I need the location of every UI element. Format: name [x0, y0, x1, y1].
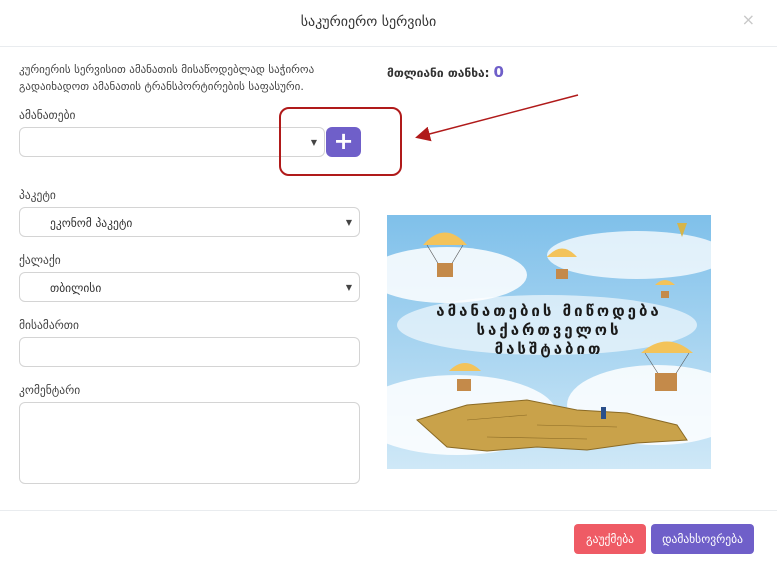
package-select-value: ეკონომ პაკეტი: [50, 216, 133, 230]
courier-service-modal: საკურიერო სერვისი × კურიერის სერვისით ამ…: [0, 0, 777, 587]
comment-textarea[interactable]: [19, 402, 360, 484]
promo-line-1: ამანათების მიწოდება: [436, 302, 662, 320]
comment-label: კომენტარი: [19, 383, 81, 397]
promo-line-2: საქართველოს: [476, 321, 622, 339]
city-select-value: თბილისი: [50, 281, 102, 295]
caret-down-icon: ▼: [345, 283, 352, 292]
delivery-promo-image: ამანათების მიწოდება საქართველოს მასშტაბი…: [387, 215, 711, 469]
caret-down-icon: ▼: [345, 218, 352, 227]
city-label: ქალაქი: [19, 253, 61, 267]
address-input[interactable]: [19, 337, 360, 367]
save-button[interactable]: დამახსოვრება: [651, 524, 754, 554]
modal-footer-divider: [0, 510, 777, 511]
courier-figure-icon: [601, 407, 606, 419]
package-label: პაკეტი: [19, 188, 56, 202]
city-select[interactable]: თბილისი ▼: [19, 272, 360, 302]
package-select[interactable]: ეკონომ პაკეტი ▼: [19, 207, 360, 237]
promo-line-3: მასშტაბით: [494, 340, 604, 358]
address-label: მისამართი: [19, 318, 79, 332]
cancel-button[interactable]: გაუქმება: [574, 524, 646, 554]
